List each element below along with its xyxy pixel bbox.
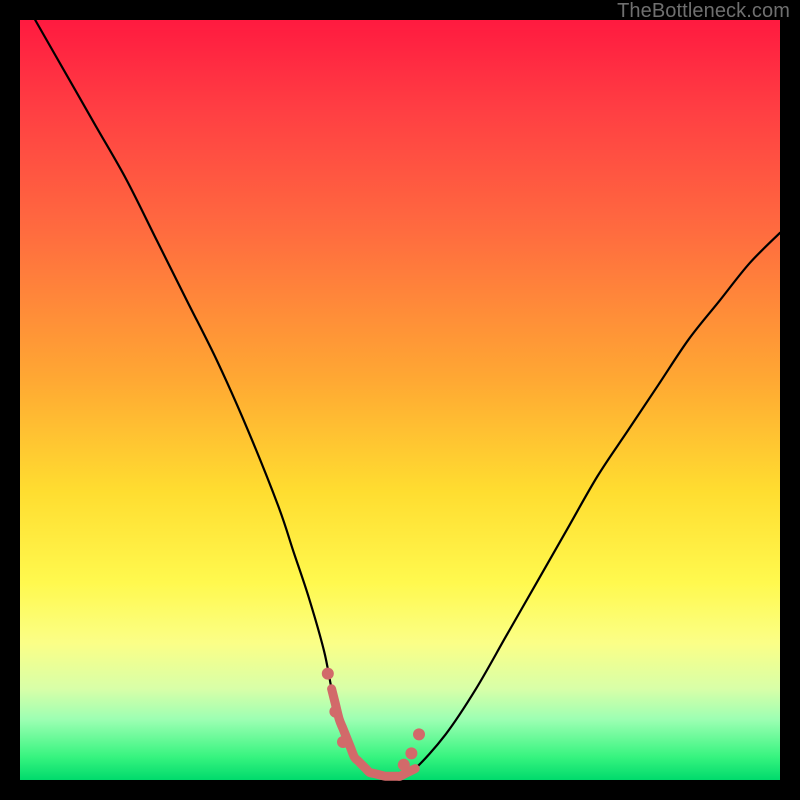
curve-marker-dot bbox=[322, 668, 334, 680]
curve-marker-dot bbox=[413, 728, 425, 740]
curve-marker-dot bbox=[398, 759, 410, 771]
watermark-text: TheBottleneck.com bbox=[617, 0, 790, 23]
chart-svg bbox=[20, 20, 780, 780]
bottleneck-curve bbox=[35, 20, 780, 777]
curve-marker-dot bbox=[337, 736, 349, 748]
curve-marker-dot bbox=[405, 747, 417, 759]
curve-marker-dot bbox=[329, 706, 341, 718]
chart-canvas bbox=[20, 20, 780, 780]
